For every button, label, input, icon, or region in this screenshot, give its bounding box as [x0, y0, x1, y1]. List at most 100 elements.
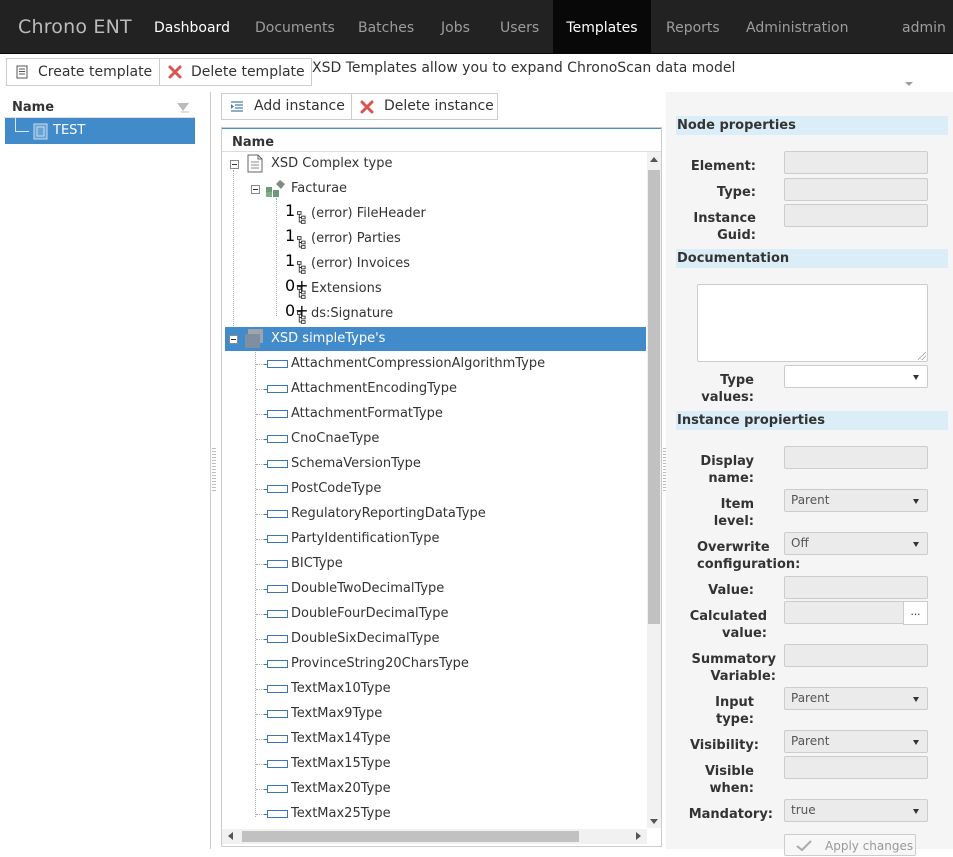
simple-type-icon [264, 485, 288, 493]
tree-vertical-scrollbar[interactable] [647, 152, 661, 828]
tree-node-element[interactable]: 1 (error) Invoices [284, 251, 484, 276]
tree-connector [256, 539, 264, 540]
tree-node-element[interactable]: 0+ Extensions [284, 276, 484, 301]
nav-documents[interactable]: Documents [241, 0, 349, 54]
simple-type-icon [264, 385, 288, 393]
summatory-variable-field[interactable] [784, 644, 928, 667]
visible-when-label: Visible when: [704, 764, 754, 796]
tree-node-simple-type[interactable]: DoubleFourDecimalType [264, 602, 644, 626]
resize-grip-icon[interactable] [918, 352, 926, 360]
scroll-up-arrow-icon[interactable] [650, 157, 658, 162]
nav-administration[interactable]: Administration [732, 0, 862, 54]
tree-node-simple-type[interactable]: TextMax10Type [264, 677, 644, 701]
documentation-header: Documentation [676, 249, 948, 268]
value-field[interactable] [784, 576, 928, 599]
multiplicity-label: 1 [285, 226, 296, 245]
mandatory-label: Mandatory: [688, 807, 773, 822]
tree-node-simple-type[interactable]: RegulatoryReportingDataType [264, 502, 644, 526]
nav-templates[interactable]: Templates [553, 0, 651, 54]
collapse-toggle-icon[interactable] [251, 185, 260, 194]
tree-node-simple-root[interactable]: XSD simpleType's [225, 327, 646, 351]
tree-node-facturae[interactable]: Facturae [250, 177, 500, 201]
left-splitter-handle[interactable] [212, 448, 216, 492]
nav-dashboard[interactable]: Dashboard [140, 0, 244, 54]
delete-template-button[interactable]: Delete template [159, 58, 312, 86]
scroll-thumb[interactable] [242, 831, 579, 842]
nav-batches[interactable]: Batches [344, 0, 428, 54]
collapse-toggle-icon[interactable] [229, 335, 238, 344]
tree-horizontal-scrollbar[interactable] [222, 829, 647, 844]
element-tree-icon [297, 261, 306, 274]
tree-connector [256, 514, 264, 515]
scroll-thumb[interactable] [648, 170, 660, 624]
nav-jobs[interactable]: Jobs [427, 0, 484, 54]
add-instance-button[interactable]: Add instance [221, 93, 352, 120]
delete-instance-button[interactable]: Delete instance [351, 93, 498, 120]
display-name-field[interactable] [784, 446, 928, 469]
tree-node-simple-type[interactable]: PostCodeType [264, 477, 644, 501]
instance-guid-field[interactable] [784, 204, 928, 227]
tree-node-element[interactable]: 0+ ds:Signature [284, 301, 484, 326]
tree-node-simple-type[interactable]: AttachmentEncodingType [264, 377, 644, 401]
tree-node-label: PartyIdentificationType [291, 531, 440, 546]
tree-connector [256, 689, 264, 690]
tree-node-simple-type[interactable]: SchemaVersionType [264, 452, 644, 476]
item-level-select[interactable]: Parent [784, 489, 928, 512]
tree-connector [256, 739, 264, 740]
tree-node-simple-type[interactable]: TextMax25Type [264, 802, 644, 826]
calculated-value-field[interactable] [784, 601, 904, 624]
tree-node-element[interactable]: 1 (error) FileHeader [284, 201, 484, 226]
tree-node-simple-type[interactable]: AttachmentFormatType [264, 402, 644, 426]
tree-node-simple-type[interactable]: CnoCnaeType [264, 427, 644, 451]
collapse-toggle-icon[interactable] [230, 160, 239, 169]
nav-users[interactable]: Users [486, 0, 553, 54]
input-type-label: Input type: [715, 695, 754, 727]
templates-list-header[interactable]: Name [4, 98, 195, 118]
scroll-down-arrow-icon[interactable] [650, 819, 658, 824]
nav-reports[interactable]: Reports [652, 0, 734, 54]
simple-type-icon [264, 585, 288, 593]
tree-node-simple-type[interactable]: TextMax14Type [264, 727, 644, 751]
value-label: Value: [708, 583, 754, 598]
item-level-label: Item level: [713, 497, 754, 529]
simple-type-icon [264, 785, 288, 793]
scroll-left-arrow-icon[interactable] [228, 832, 233, 840]
tree-header: Name [222, 128, 661, 152]
tree-node-simple-type[interactable]: ProvinceString20CharsType [264, 652, 644, 676]
tree-node-label: ds:Signature [311, 306, 394, 321]
brand-logo[interactable]: Chrono ENT [18, 16, 132, 38]
tree-node-label: TextMax20Type [291, 781, 391, 796]
template-item-test[interactable]: TEST [5, 118, 195, 144]
simple-type-icon [264, 510, 288, 518]
scroll-right-arrow-icon[interactable] [636, 832, 641, 840]
element-field[interactable] [784, 151, 928, 174]
create-template-button[interactable]: Create template [6, 58, 160, 86]
tree-node-label: AttachmentCompressionAlgorithmType [291, 356, 546, 371]
apply-changes-label: Apply changes [825, 839, 914, 853]
calculated-value-edit-button[interactable]: ... [903, 601, 928, 625]
tree-node-element[interactable]: 1 (error) Parties [284, 226, 484, 251]
apply-changes-button[interactable]: Apply changes [784, 834, 916, 856]
overwrite-configuration-select[interactable]: Off [784, 532, 928, 555]
user-name: admin [902, 20, 946, 36]
tree-node-simple-type[interactable]: BICType [264, 552, 644, 576]
tree-node-simple-type[interactable]: TextMax9Type [264, 702, 644, 726]
mandatory-select[interactable]: true [784, 799, 928, 822]
tree-node-simple-type[interactable]: PartyIdentificationType [264, 527, 644, 551]
tree-node-simple-type[interactable]: DoubleSixDecimalType [264, 627, 644, 651]
tree-connector [256, 714, 264, 715]
visible-when-field[interactable] [784, 756, 928, 779]
documentation-textarea[interactable] [697, 284, 928, 362]
tree-node-label: DoubleSixDecimalType [291, 631, 440, 646]
tree-node-simple-type[interactable]: TextMax15Type [264, 752, 644, 776]
templates-list-header-label: Name [12, 100, 55, 115]
type-field[interactable] [784, 178, 928, 201]
input-type-select[interactable]: Parent [784, 687, 928, 710]
tree-node-simple-type[interactable]: TextMax20Type [264, 777, 644, 801]
tree-node-complex-root[interactable]: XSD Complex type [229, 152, 529, 176]
user-menu[interactable]: admin [888, 0, 953, 86]
type-values-select[interactable] [784, 365, 928, 388]
tree-node-simple-type[interactable]: AttachmentCompressionAlgorithmType [264, 352, 644, 376]
visibility-select[interactable]: Parent [784, 730, 928, 753]
tree-node-simple-type[interactable]: DoubleTwoDecimalType [264, 577, 644, 601]
